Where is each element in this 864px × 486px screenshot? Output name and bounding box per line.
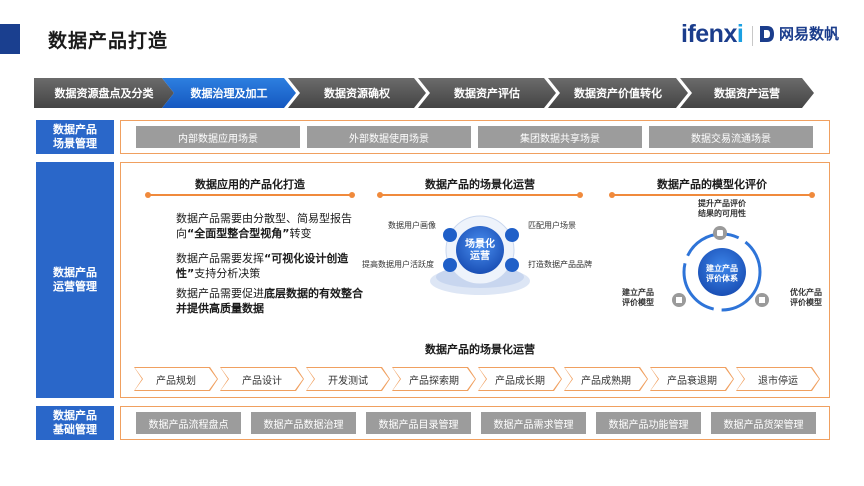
- model-eval-top-label: 提升产品评价 结果的可用性: [698, 199, 746, 218]
- scene-item-external[interactable]: 外部数据使用场景: [307, 126, 471, 148]
- base-row-box: 数据产品流程盘点 数据产品数据治理 数据产品目录管理 数据产品需求管理 数据产品…: [120, 406, 830, 440]
- netease-shufan-logo: 网易数帆: [758, 23, 839, 44]
- base-item-process[interactable]: 数据产品流程盘点: [136, 412, 241, 434]
- scene-match-node: [505, 228, 519, 242]
- model-eval-right-label: 优化产品 评价模型: [790, 288, 822, 307]
- brand-node: [505, 258, 519, 272]
- process-flow: 数据资源盘点及分类 数据治理及加工 数据资源确权 数据资产评估 数据资产价值转化…: [34, 78, 824, 108]
- lifecycle-step-3[interactable]: 开发测试: [306, 367, 390, 391]
- col3-underline: [609, 192, 815, 198]
- lifecycle-step-5[interactable]: 产品成长期: [478, 367, 562, 391]
- col1-title: 数据应用的产品化打造: [195, 178, 305, 191]
- col1-p2-tail: 支持分析决策: [194, 267, 261, 280]
- user-profile-node: [443, 228, 457, 242]
- scene-ops-center-label: 场景化 运营: [465, 239, 495, 262]
- netease-logo-text: 网易数帆: [779, 25, 840, 43]
- base-item-function[interactable]: 数据产品功能管理: [596, 412, 701, 434]
- lifecycle-step-4[interactable]: 产品探索期: [392, 367, 476, 391]
- col2-underline: [377, 192, 583, 198]
- col1-p1-tail: 转变: [289, 227, 312, 240]
- scene-item-trade[interactable]: 数据交易流通场景: [649, 126, 813, 148]
- flow-step-6[interactable]: 数据资产运营: [680, 78, 814, 108]
- flow-step-4[interactable]: 数据资产评估: [418, 78, 556, 108]
- lifecycle-step-6[interactable]: 产品成熟期: [564, 367, 648, 391]
- lifecycle-step-7[interactable]: 产品衰退期: [650, 367, 734, 391]
- page-title: 数据产品打造: [48, 30, 169, 52]
- flow-step-1[interactable]: 数据资源盘点及分类: [34, 78, 174, 108]
- ops-row-label: 数据产品 运营管理: [36, 162, 114, 398]
- col1-paragraph-2: 数据产品需要发挥“可视化设计创造性”支持分析决策: [176, 251, 366, 281]
- scene-item-internal[interactable]: 内部数据应用场景: [136, 126, 300, 148]
- col1-paragraph-3: 数据产品需要促进底层数据的有效整合并提供高质量数据: [176, 286, 366, 316]
- flow-step-3[interactable]: 数据资源确权: [288, 78, 426, 108]
- scene-activity-label: 提高数据用户活跃度: [362, 260, 434, 269]
- lifecycle-step-6-label: 产品成熟期: [565, 368, 647, 390]
- scene-user-profile-label: 数据用户画像: [388, 221, 436, 230]
- logo-divider: [752, 26, 753, 46]
- lifecycle-step-5-label: 产品成长期: [479, 368, 561, 390]
- lifecycle-step-4-label: 产品探索期: [393, 368, 475, 390]
- col1-p1-bold: “全面型整合型视角”: [187, 227, 290, 240]
- activity-node: [443, 258, 457, 272]
- lifecycle-step-8-label: 退市停运: [737, 368, 819, 390]
- ifenxi-logo: ifenxi: [681, 20, 744, 49]
- base-item-catalog[interactable]: 数据产品目录管理: [366, 412, 471, 434]
- base-item-requirement[interactable]: 数据产品需求管理: [481, 412, 586, 434]
- lifecycle-step-2-label: 产品设计: [221, 368, 303, 390]
- lifecycle-step-1-label: 产品规划: [135, 368, 217, 390]
- model-eval-center-label: 建立产品 评价体系: [706, 264, 738, 283]
- ifenxi-logo-main: ifenx: [681, 20, 737, 48]
- lifecycle-step-3-label: 开发测试: [307, 368, 389, 390]
- base-item-governance[interactable]: 数据产品数据治理: [251, 412, 356, 434]
- ifenxi-logo-dot: i: [736, 20, 744, 48]
- model-eval-left-label: 建立产品 评价模型: [622, 288, 654, 307]
- scene-row-box: 内部数据应用场景 外部数据使用场景 集团数据共享场景 数据交易流通场景: [120, 120, 830, 154]
- col1-underline: [145, 192, 355, 198]
- lifecycle-step-2[interactable]: 产品设计: [220, 367, 304, 391]
- col2-title: 数据产品的场景化运营: [425, 178, 535, 191]
- lifecycle-step-7-label: 产品衰退期: [651, 368, 733, 390]
- col1-p2-text: 数据产品需要发挥: [176, 252, 264, 265]
- col1-paragraph-1: 数据产品需要由分散型、简易型报告向“全面型整合型视角”转变: [176, 211, 366, 241]
- lifecycle-step-1[interactable]: 产品规划: [134, 367, 218, 391]
- base-item-shelf[interactable]: 数据产品货架管理: [711, 412, 816, 434]
- col3-title: 数据产品的模型化评价: [657, 178, 767, 191]
- col1-p3-text: 数据产品需要促进: [176, 287, 264, 300]
- flow-step-5[interactable]: 数据资产价值转化: [548, 78, 688, 108]
- lifecycle-title: 数据产品的场景化运营: [425, 343, 535, 356]
- base-row-label: 数据产品 基础管理: [36, 406, 114, 440]
- netease-logo-icon: [760, 25, 774, 42]
- flow-step-2[interactable]: 数据治理及加工: [162, 78, 296, 108]
- scene-row-label: 数据产品 场景管理: [36, 120, 114, 154]
- lifecycle-step-8[interactable]: 退市停运: [736, 367, 820, 391]
- scene-brand-label: 打造数据产品品牌: [528, 260, 592, 269]
- scene-item-group[interactable]: 集团数据共享场景: [478, 126, 642, 148]
- title-accent-bar: [0, 24, 20, 54]
- scene-match-label: 匹配用户场景: [528, 221, 576, 230]
